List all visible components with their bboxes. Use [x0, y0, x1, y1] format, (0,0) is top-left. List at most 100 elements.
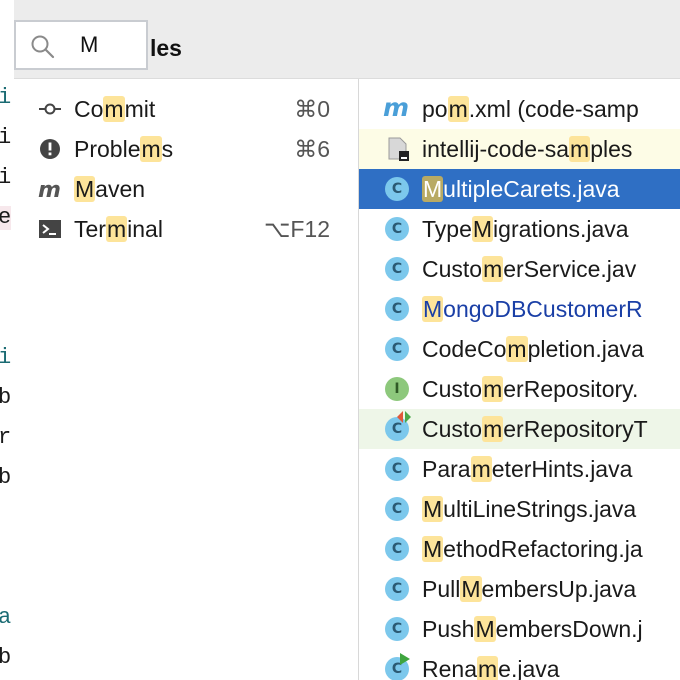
file-item[interactable]: C MultipleCarets.java	[359, 169, 680, 209]
match-highlight: M	[471, 216, 494, 242]
file-name: intellij-code-samples	[422, 136, 632, 163]
file-name: ParameterHints.java	[422, 456, 632, 483]
label-text: Custo	[422, 376, 483, 402]
search-icon	[30, 34, 56, 65]
svg-text:m: m	[383, 95, 409, 121]
label-text: s	[161, 136, 174, 162]
label-text: Custo	[422, 256, 483, 282]
shortcut-hint: ⌥F12	[263, 216, 330, 242]
file-item[interactable]: C PullMembersUp.java	[359, 569, 680, 609]
terminal-icon	[38, 217, 62, 241]
file-item[interactable]: intellij-code-samples	[359, 129, 680, 169]
file-item[interactable]: C MultiLineStrings.java	[359, 489, 680, 529]
label-text: Custo	[422, 416, 483, 442]
editor-line-char: b	[0, 465, 12, 490]
action-item[interactable]: Problems ⌘6	[14, 129, 358, 169]
search-header: M les	[14, 0, 680, 79]
actions-panel: Commit ⌘0 Problems ⌘6 m Maven Terminal ⌥F12	[14, 79, 358, 680]
label-text: .xml (code-samp	[468, 96, 639, 122]
file-name: MongoDBCustomerR	[422, 296, 643, 323]
file-name: CustomerRepositoryT	[422, 416, 648, 443]
label-text: erService.jav	[503, 256, 637, 282]
action-item[interactable]: m Maven	[14, 169, 358, 209]
label-text: ples	[590, 136, 633, 162]
file-item[interactable]: C TypeMigrations.java	[359, 209, 680, 249]
label-text: erRepositoryT	[503, 416, 648, 442]
match-highlight: m	[482, 256, 504, 282]
match-highlight: M	[422, 176, 444, 202]
file-name: MultiLineStrings.java	[422, 496, 636, 523]
match-highlight: m	[470, 456, 492, 482]
problems-icon	[38, 137, 62, 161]
match-highlight: M	[422, 296, 444, 322]
label-text: po	[422, 96, 448, 122]
file-item[interactable]: C MongoDBCustomerR	[359, 289, 680, 329]
action-item[interactable]: Commit ⌘0	[14, 89, 358, 129]
class-icon: C	[385, 337, 411, 363]
label-text: Type	[422, 216, 472, 242]
action-item[interactable]: Terminal ⌥F12	[14, 209, 358, 249]
files-panel: m pom.xml (code-samp intellij-code-samples…	[359, 79, 680, 680]
class-icon: C	[385, 497, 411, 523]
class-icon: C	[385, 457, 411, 483]
editor-line-char: r	[0, 425, 12, 450]
class-icon: C	[385, 217, 411, 243]
match-highlight: M	[460, 576, 482, 602]
file-name: PullMembersUp.java	[422, 576, 636, 603]
action-label: Problems	[74, 136, 173, 163]
editor-line-char: e	[0, 205, 12, 230]
editor-line-char: i	[0, 345, 12, 370]
label-text: intellij-code-sa	[422, 136, 570, 162]
editor-line-char: i	[0, 125, 12, 150]
file-name: PushMembersDown.j	[422, 616, 643, 643]
class-icon: C	[385, 537, 411, 563]
test-class-icon: C	[385, 411, 411, 443]
class-icon: C	[385, 177, 411, 203]
match-highlight: m	[103, 96, 125, 122]
label-text: eterHints.java	[491, 456, 633, 482]
editor-line-char: b	[0, 385, 12, 410]
label-text: Proble	[74, 136, 141, 162]
class-icon: C	[385, 297, 411, 323]
label-text: pletion.java	[527, 336, 644, 362]
label-text: erRepository.	[503, 376, 639, 402]
file-item[interactable]: C MethodRefactoring.ja	[359, 529, 680, 569]
file-item[interactable]: C ParameterHints.java	[359, 449, 680, 489]
editor-gutter: iiieibrbab	[0, 0, 14, 680]
commit-icon	[38, 97, 62, 121]
file-name: CodeCompletion.java	[422, 336, 644, 363]
match-highlight: m	[506, 336, 528, 362]
file-item[interactable]: C CodeCompletion.java	[359, 329, 680, 369]
match-highlight: M	[74, 176, 96, 202]
action-label: Terminal	[74, 216, 163, 243]
label-text: ultipleCarets.java	[443, 176, 620, 202]
file-name: pom.xml (code-samp	[422, 96, 639, 123]
label-text: embersUp.java	[481, 576, 637, 602]
match-highlight: m	[482, 416, 504, 442]
file-item[interactable]: C CustomerService.jav	[359, 249, 680, 289]
interface-icon: I	[385, 377, 411, 403]
match-highlight: M	[474, 616, 496, 642]
label-text: Para	[422, 456, 471, 482]
file-item[interactable]: C Rename.java	[359, 649, 680, 680]
file-name: CustomerRepository.	[422, 376, 638, 403]
label-text: ethodRefactoring.ja	[443, 536, 643, 562]
match-highlight: m	[482, 376, 504, 402]
editor-line-char: i	[0, 85, 12, 110]
file-name: MultipleCarets.java	[422, 176, 620, 203]
class-icon: C	[385, 257, 411, 283]
svg-text:m: m	[38, 178, 61, 201]
file-item[interactable]: I CustomerRepository.	[359, 369, 680, 409]
search-input[interactable]: M	[14, 20, 148, 70]
match-highlight: m	[476, 656, 499, 680]
search-query[interactable]: M	[80, 32, 98, 58]
popup-title: les	[150, 35, 182, 61]
match-highlight: m	[447, 96, 469, 122]
label-text: Pull	[422, 576, 461, 602]
file-item[interactable]: C CustomerRepositoryT	[359, 409, 680, 449]
shortcut-hint: ⌘6	[294, 136, 330, 162]
file-name: CustomerService.jav	[422, 256, 636, 283]
file-item[interactable]: m pom.xml (code-samp	[359, 89, 680, 129]
label-text: e.java	[498, 656, 560, 680]
file-item[interactable]: C PushMembersDown.j	[359, 609, 680, 649]
